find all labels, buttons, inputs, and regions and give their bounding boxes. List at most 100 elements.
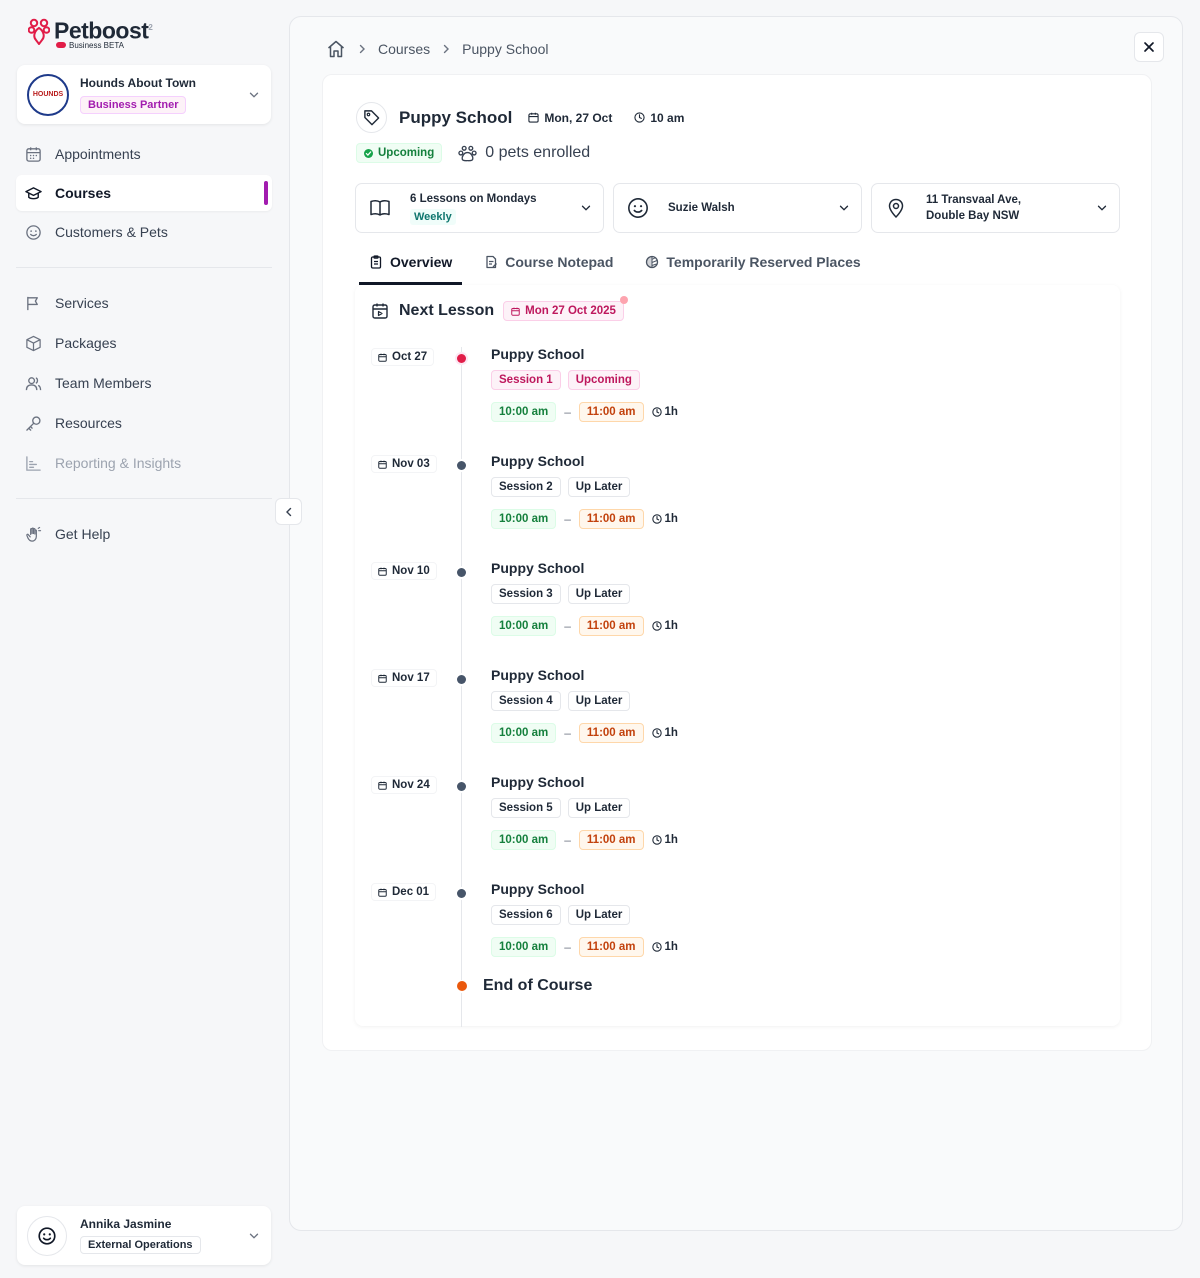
paw-icon — [458, 145, 477, 161]
duration: 1h — [651, 834, 678, 846]
lesson-date: Oct 27 — [371, 348, 435, 366]
time-separator: – — [564, 619, 571, 633]
home-icon[interactable] — [326, 39, 346, 59]
tab-reserved-places[interactable]: Temporarily Reserved Places — [635, 241, 870, 285]
calendar-icon — [378, 781, 387, 790]
lesson-item[interactable]: Oct 27 Puppy School Session 1 Upcoming 1… — [355, 346, 1120, 455]
nav-item-services[interactable]: Services — [16, 285, 272, 321]
lesson-item[interactable]: Nov 17 Puppy School Session 4 Up Later 1… — [355, 667, 1120, 776]
clipboard-icon — [370, 254, 382, 269]
lesson-item[interactable]: Dec 01 Puppy School Session 6 Up Later 1… — [355, 881, 1120, 990]
user-menu[interactable]: Annika Jasmine External Operations — [17, 1206, 271, 1265]
package-icon — [26, 335, 41, 351]
clock-icon — [651, 835, 662, 845]
course-time: 10 am — [634, 111, 684, 125]
nav-label: Services — [55, 295, 109, 311]
clock-icon — [651, 407, 662, 417]
clock-icon — [651, 514, 662, 524]
nav-item-courses[interactable]: Courses — [16, 175, 272, 211]
lesson-state-badge: Up Later — [567, 798, 631, 818]
nav-item-reporting[interactable]: Reporting & Insights — [16, 445, 272, 481]
lesson-item[interactable]: Nov 10 Puppy School Session 3 Up Later 1… — [355, 560, 1120, 669]
lesson-name: Puppy School — [491, 881, 585, 897]
lesson-item[interactable]: Nov 03 Puppy School Session 2 Up Later 1… — [355, 453, 1120, 562]
timeline-dot — [455, 459, 468, 472]
nav-item-get-help[interactable]: Get Help — [16, 516, 272, 552]
course-status-row: Upcoming 0 pets enrolled — [356, 143, 590, 163]
nav-divider — [16, 267, 272, 268]
calendar-icon — [378, 674, 387, 683]
clock-icon — [634, 112, 645, 123]
course-tabs: Overview Course Notepad Temporarily Rese… — [359, 241, 883, 285]
user-avatar — [27, 1215, 67, 1256]
nav-item-resources[interactable]: Resources — [16, 405, 272, 441]
breadcrumb-current: Puppy School — [462, 41, 549, 57]
calendar-icon — [378, 567, 387, 576]
chevron-right-icon — [440, 43, 452, 55]
nav-item-team-members[interactable]: Team Members — [16, 365, 272, 401]
smiley-icon — [622, 192, 654, 224]
end-time: 11:00 am — [578, 616, 644, 636]
location-dropdown[interactable]: 11 Transvaal Ave, Double Bay NSW — [871, 183, 1120, 233]
start-time: 10:00 am — [491, 830, 557, 850]
tag-icon — [356, 102, 387, 133]
breadcrumb: Courses Puppy School — [326, 39, 549, 59]
brand-sup: 2 — [148, 23, 153, 32]
breadcrumb-courses[interactable]: Courses — [378, 41, 430, 57]
petboost-logo[interactable]: Petboost2 Business BETA — [28, 15, 153, 50]
help-nav: Get Help — [16, 516, 272, 552]
duration: 1h — [651, 406, 678, 418]
business-avatar: HOUNDS — [27, 73, 69, 116]
nav-item-appointments[interactable]: Appointments — [16, 136, 272, 172]
smiley-icon — [38, 1226, 56, 1245]
brand-sub: Business BETA — [69, 40, 124, 50]
course-detail-panel: Courses Puppy School Puppy School Mon, 2… — [289, 16, 1183, 1231]
location-line2: Double Bay NSW — [926, 210, 1020, 222]
session-badge: Session 5 — [491, 798, 561, 818]
lesson-item[interactable]: Nov 24 Puppy School Session 5 Up Later 1… — [355, 774, 1120, 883]
end-time: 11:00 am — [578, 509, 644, 529]
tab-course-notepad[interactable]: Course Notepad — [474, 241, 623, 285]
nav-label: Customers & Pets — [55, 224, 168, 240]
chevron-left-icon — [285, 507, 291, 516]
close-button[interactable] — [1134, 32, 1164, 62]
start-time: 10:00 am — [491, 616, 557, 636]
session-badge: Session 4 — [491, 691, 561, 711]
secondary-nav: Services Packages Team Members Resources… — [16, 285, 272, 481]
business-name: Hounds About Town — [80, 75, 196, 90]
time-separator: – — [564, 726, 571, 740]
chevron-right-icon — [356, 43, 368, 55]
calendar-icon — [378, 460, 387, 469]
time-separator: – — [564, 512, 571, 526]
session-badge: Session 3 — [491, 584, 561, 604]
nav-label: Reporting & Insights — [55, 455, 182, 471]
time-separator: – — [564, 940, 571, 954]
notification-dot — [619, 296, 628, 304]
primary-nav: Appointments Courses Customers & Pets — [16, 136, 272, 250]
end-time: 11:00 am — [578, 723, 644, 743]
start-time: 10:00 am — [491, 509, 557, 529]
calendar-icon — [378, 888, 387, 897]
graduation-cap-icon — [25, 186, 42, 199]
time-separator: – — [564, 405, 571, 419]
lessons-schedule-dropdown[interactable]: 6 Lessons on Mondays Weekly — [355, 183, 604, 233]
course-info-boxes: 6 Lessons on Mondays Weekly Suzie Walsh … — [355, 183, 1120, 233]
collapse-sidebar-button[interactable] — [275, 498, 302, 525]
nav-item-customers-pets[interactable]: Customers & Pets — [16, 214, 272, 250]
calendar-icon — [378, 353, 387, 362]
timeline-dot — [455, 566, 468, 579]
timeline-dot — [455, 887, 468, 900]
instructor-dropdown[interactable]: Suzie Walsh — [613, 183, 862, 233]
course-date: Mon, 27 Oct — [528, 111, 612, 125]
chevron-down-icon — [839, 205, 849, 211]
lesson-state-badge: Upcoming — [567, 370, 640, 390]
chevron-down-icon — [1097, 205, 1107, 211]
nav-item-packages[interactable]: Packages — [16, 325, 272, 361]
lesson-name: Puppy School — [491, 774, 585, 790]
book-icon — [364, 192, 396, 224]
clock-icon — [651, 942, 662, 952]
key-icon — [26, 415, 41, 431]
business-switcher[interactable]: HOUNDS Hounds About Town Business Partne… — [17, 65, 271, 124]
end-of-course: End of Course — [455, 977, 592, 995]
tab-overview[interactable]: Overview — [359, 241, 463, 285]
